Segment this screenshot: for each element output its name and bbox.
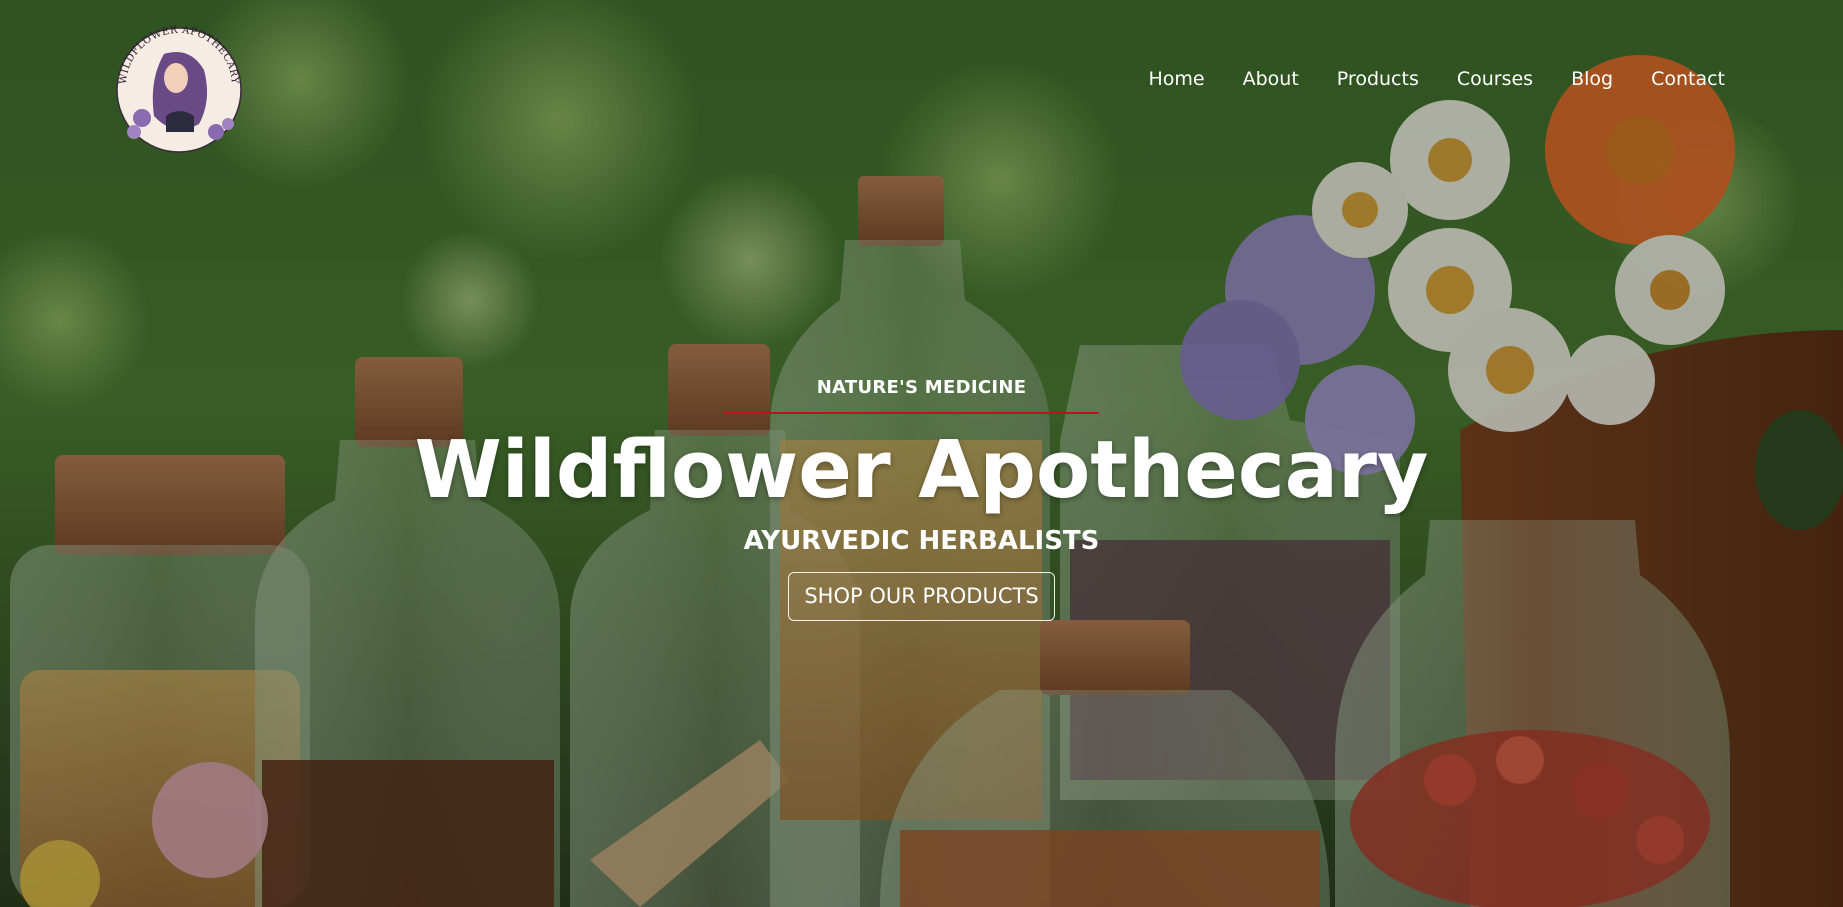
main-nav: Home About Products Courses Blog Contact: [1111, 66, 1726, 92]
nav-item-contact[interactable]: Contact: [1651, 66, 1725, 92]
accent-divider: [723, 412, 1099, 414]
hero-eyebrow: NATURE'S MEDICINE: [816, 377, 1027, 398]
hero-subtitle: AYURVEDIC HERBALISTS: [743, 526, 1100, 556]
nav-item-products[interactable]: Products: [1337, 66, 1419, 92]
shop-products-button[interactable]: SHOP OUR PRODUCTS: [788, 572, 1055, 621]
wildflower-apothecary-logo[interactable]: WILDFLOWER APOTHECARY: [104, 20, 254, 154]
hero-title: Wildflower Apothecary: [414, 424, 1429, 516]
nav-item-home[interactable]: Home: [1149, 66, 1205, 92]
nav-item-about[interactable]: About: [1243, 66, 1299, 92]
nav-item-courses[interactable]: Courses: [1457, 66, 1533, 92]
hero-section: WILDFLOWER APOTHECARY Home About Product…: [0, 0, 1843, 907]
nav-item-blog[interactable]: Blog: [1571, 66, 1613, 92]
hero-content: NATURE'S MEDICINE Wildflower Apothecary …: [0, 374, 1843, 621]
